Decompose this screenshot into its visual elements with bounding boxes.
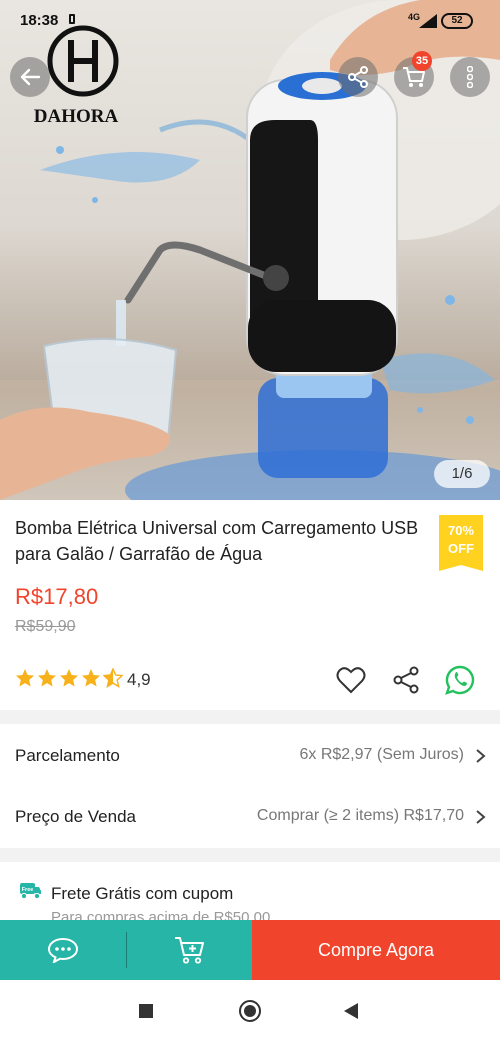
share-icon[interactable] [392,666,420,694]
add-to-cart-icon [174,937,204,964]
add-to-cart-button[interactable] [127,920,252,980]
section-divider [0,848,500,862]
truck-icon: Free [20,883,41,900]
free-badge-text: Free [22,887,34,893]
more-options-button[interactable] [450,57,490,97]
discount-percent: 70% [447,523,475,538]
installment-label: Parcelamento [15,746,120,765]
product-price: R$17,80 [15,584,99,609]
heart-icon[interactable] [336,666,366,694]
cart-button[interactable]: 35 [394,51,434,97]
battery-icon: 52 [441,13,473,29]
back-arrow-icon [20,68,41,86]
share-button[interactable] [338,57,378,97]
product-image-gallery[interactable]: 18:38 4G 52 DAHORA 35 1/6 [0,0,500,500]
status-bar: 18:38 4G 52 [0,0,500,44]
bottom-action-bar: Compre Agora [0,920,500,980]
star-icon [60,669,78,687]
android-navigation-bar [0,980,500,1041]
star-icon [82,669,100,687]
bar-separator [126,920,127,980]
star-half-icon [103,668,123,688]
more-vertical-icon [467,66,473,88]
sale-price-row[interactable]: Preço de Venda Comprar (≥ 2 items) R$17,… [0,787,500,847]
whatsapp-icon[interactable] [445,665,475,695]
star-icon [38,669,56,687]
rating-value: 4,9 [127,670,151,689]
discount-label: OFF [448,541,474,556]
status-time: 18:38 [20,12,59,29]
home-icon[interactable] [239,1000,261,1022]
sale-price-label: Preço de Venda [15,807,136,826]
original-price: R$59,90 [15,618,76,635]
shipping-title: Frete Grátis com cupom [51,884,234,903]
shipping-info[interactable]: Free Frete Grátis com cupom Para compras… [0,862,500,922]
brand-name: DAHORA [33,106,119,127]
rating-stars [15,668,123,688]
recent-apps-icon[interactable] [139,1004,153,1018]
notification-icon [69,14,75,24]
installment-value: 6x R$2,97 (Sem Juros) [299,746,464,763]
product-title: Bomba Elétrica Universal com Carregament… [15,518,419,564]
share-icon [348,66,368,88]
buy-now-button[interactable]: Compre Agora [252,920,500,980]
gallery-counter: 1/6 [434,460,490,488]
product-info: Bomba Elétrica Universal com Carregament… [0,500,500,710]
back-button[interactable] [10,57,50,97]
sale-price-value: Comprar (≥ 2 items) R$17,70 [256,807,464,824]
signal-icon [419,14,437,28]
star-icon [16,669,34,687]
installment-row[interactable]: Parcelamento 6x R$2,97 (Sem Juros) [0,726,500,786]
section-divider [0,710,500,724]
system-back-icon[interactable] [344,1003,358,1019]
chat-icon [47,937,79,963]
cart-count-badge: 35 [412,51,432,71]
chat-button[interactable] [0,920,126,980]
chevron-right-icon [476,810,486,824]
chevron-right-icon [476,749,486,763]
discount-badge: 70% OFF [439,515,483,571]
